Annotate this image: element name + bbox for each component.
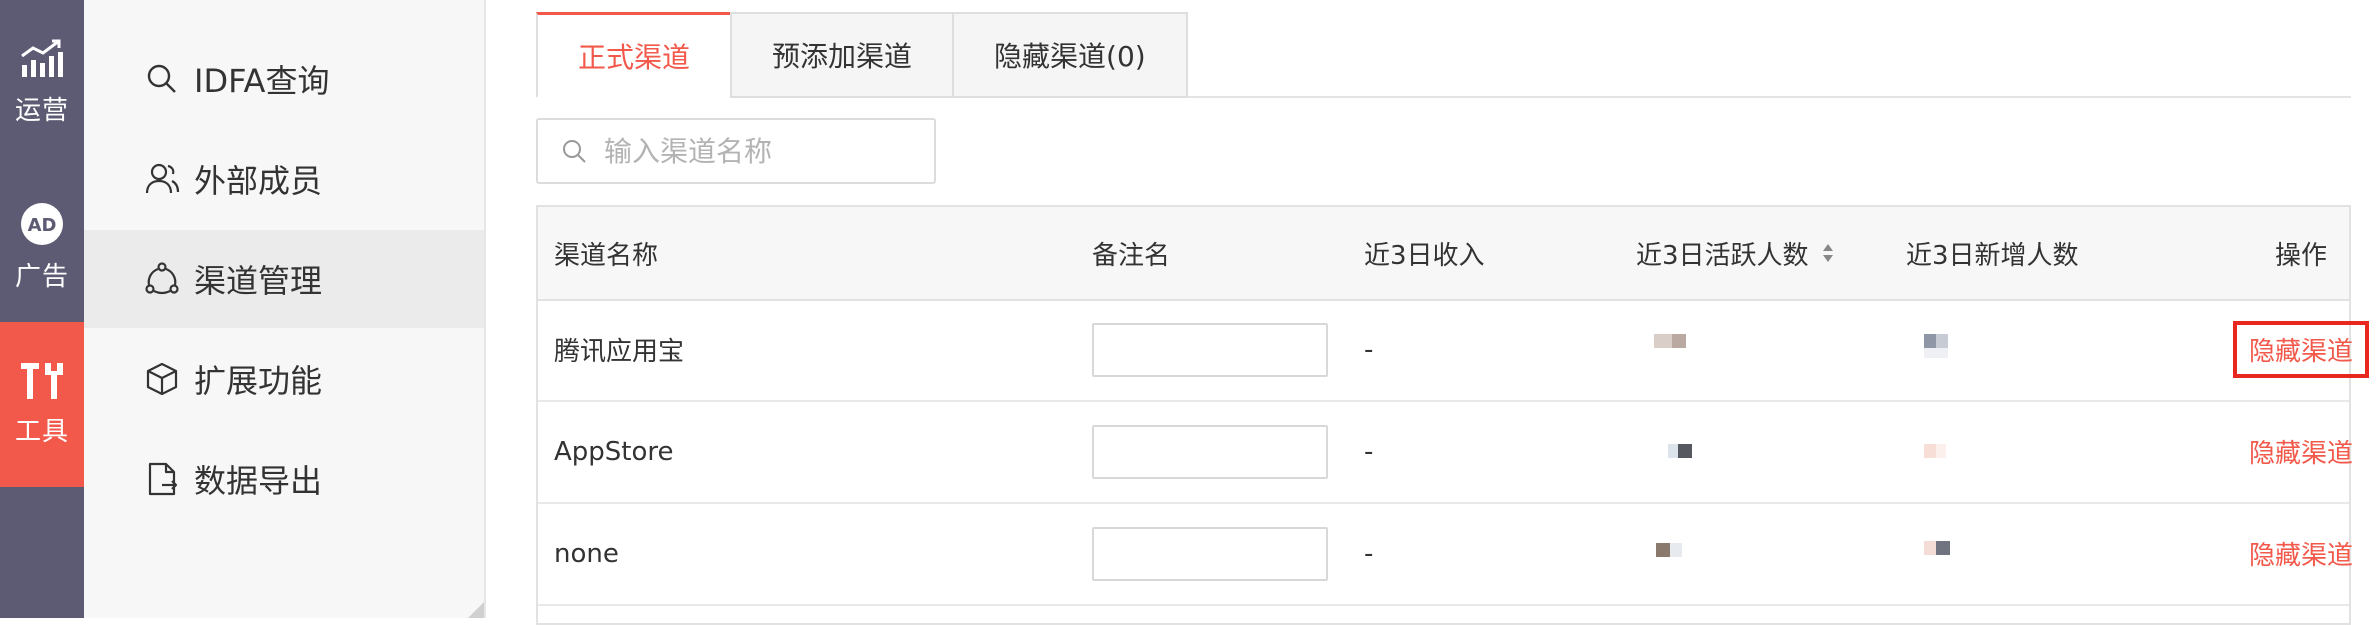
channel-search-input[interactable] <box>602 133 926 169</box>
revenue-value: - <box>1364 436 1374 467</box>
channel-tabs: 正式渠道 预添加渠道 隐藏渠道(0) <box>536 12 1188 98</box>
action-cell: 隐藏渠道 <box>2176 401 2378 502</box>
users-icon <box>145 163 180 194</box>
blurred-active-value <box>1654 334 1686 348</box>
action-cell: 隐藏渠道 <box>2176 503 2378 604</box>
menu-item-data-export[interactable]: 数据导出 <box>84 430 484 528</box>
channel-table: 渠道名称 备注名 近3日收入 近3日活跃人数 近3日新增人数 操作 腾讯应用宝 … <box>536 205 2369 625</box>
revenue-value: - <box>1364 538 1374 569</box>
header-actions: 操作 <box>2274 240 2327 271</box>
table-row: AppStore - 隐藏渠道 <box>538 401 2353 504</box>
rail-item-operations[interactable]: 运营 <box>0 0 84 165</box>
header-revenue-3d: 近3日收入 <box>1364 240 1485 271</box>
svg-text:AD: AD <box>28 215 57 236</box>
table-row: 腾讯应用宝 - 隐藏渠道 <box>538 299 2369 402</box>
export-file-icon <box>148 462 178 496</box>
rail-item-label: 运营 <box>14 96 69 126</box>
menu-item-label: IDFA查询 <box>194 62 330 100</box>
blurred-new-value <box>1924 334 1948 358</box>
note-cell <box>1092 401 1328 502</box>
table-header: 渠道名称 备注名 近3日收入 近3日活跃人数 近3日新增人数 操作 <box>538 207 2349 301</box>
menu-item-idfa-query[interactable]: IDFA查询 <box>84 30 484 128</box>
rail-item-ads[interactable]: AD 广告 <box>0 165 84 330</box>
menu-item-label: 渠道管理 <box>194 262 323 300</box>
menu-item-label: 外部成员 <box>194 162 323 200</box>
header-new-users-3d: 近3日新增人数 <box>1906 240 2079 271</box>
header-active-users-3d[interactable]: 近3日活跃人数 <box>1636 207 1835 299</box>
cube-icon <box>146 362 178 396</box>
tab-official-channels[interactable]: 正式渠道 <box>536 12 731 98</box>
primary-nav-rail: 运营 AD 广告 工具 <box>0 0 84 618</box>
header-note-name: 备注名 <box>1092 240 1171 271</box>
tab-pre-added-channels[interactable]: 预添加渠道 <box>730 12 953 98</box>
menu-item-external-members[interactable]: 外部成员 <box>84 130 484 228</box>
ad-badge-icon: AD <box>21 203 63 245</box>
note-cell <box>1092 503 1328 604</box>
menu-item-label: 扩展功能 <box>194 362 323 400</box>
menu-item-label: 数据导出 <box>194 462 323 500</box>
header-label: 近3日活跃人数 <box>1636 240 1809 271</box>
channel-search-box <box>536 118 936 184</box>
revenue-value: - <box>1364 334 1374 365</box>
blurred-new-value <box>1924 541 1950 555</box>
sort-icon[interactable] <box>1821 241 1835 265</box>
search-icon <box>563 140 586 163</box>
channel-name: AppStore <box>554 436 674 467</box>
channel-icon <box>145 262 179 295</box>
table-row: none - 隐藏渠道 <box>538 503 2353 606</box>
note-input[interactable] <box>1092 322 1328 377</box>
menu-item-channel-management[interactable]: 渠道管理 <box>84 230 484 328</box>
rail-item-label: 工具 <box>14 417 69 447</box>
blurred-active-value <box>1656 543 1682 557</box>
secondary-menu: IDFA查询 外部成员 渠道管理 扩展功能 数据导出 <box>84 0 486 618</box>
channel-name: none <box>554 538 619 569</box>
header-channel-name: 渠道名称 <box>554 240 659 271</box>
rail-item-tools[interactable]: 工具 <box>0 322 84 487</box>
rail-item-label: 广告 <box>14 262 69 292</box>
chart-bars-icon <box>21 39 63 77</box>
main-content: 正式渠道 预添加渠道 隐藏渠道(0) 渠道名称 备注名 近3日收入 近3日活跃人… <box>486 0 2378 625</box>
note-cell <box>1092 299 1328 400</box>
resize-grip[interactable] <box>468 602 484 618</box>
search-icon <box>147 64 176 93</box>
channel-name: 腾讯应用宝 <box>554 337 685 367</box>
menu-item-extensions[interactable]: 扩展功能 <box>84 330 484 428</box>
note-input[interactable] <box>1092 424 1328 479</box>
note-input[interactable] <box>1092 526 1328 581</box>
hide-channel-link[interactable]: 隐藏渠道 <box>2232 321 2369 378</box>
tab-hidden-channels[interactable]: 隐藏渠道(0) <box>952 12 1188 98</box>
blurred-new-value <box>1924 444 1946 458</box>
tools-icon <box>21 363 63 399</box>
action-cell: 隐藏渠道 <box>2176 299 2378 400</box>
hide-channel-link[interactable]: 隐藏渠道 <box>2237 425 2365 478</box>
blurred-active-value <box>1668 444 1692 458</box>
hide-channel-link[interactable]: 隐藏渠道 <box>2237 527 2365 580</box>
